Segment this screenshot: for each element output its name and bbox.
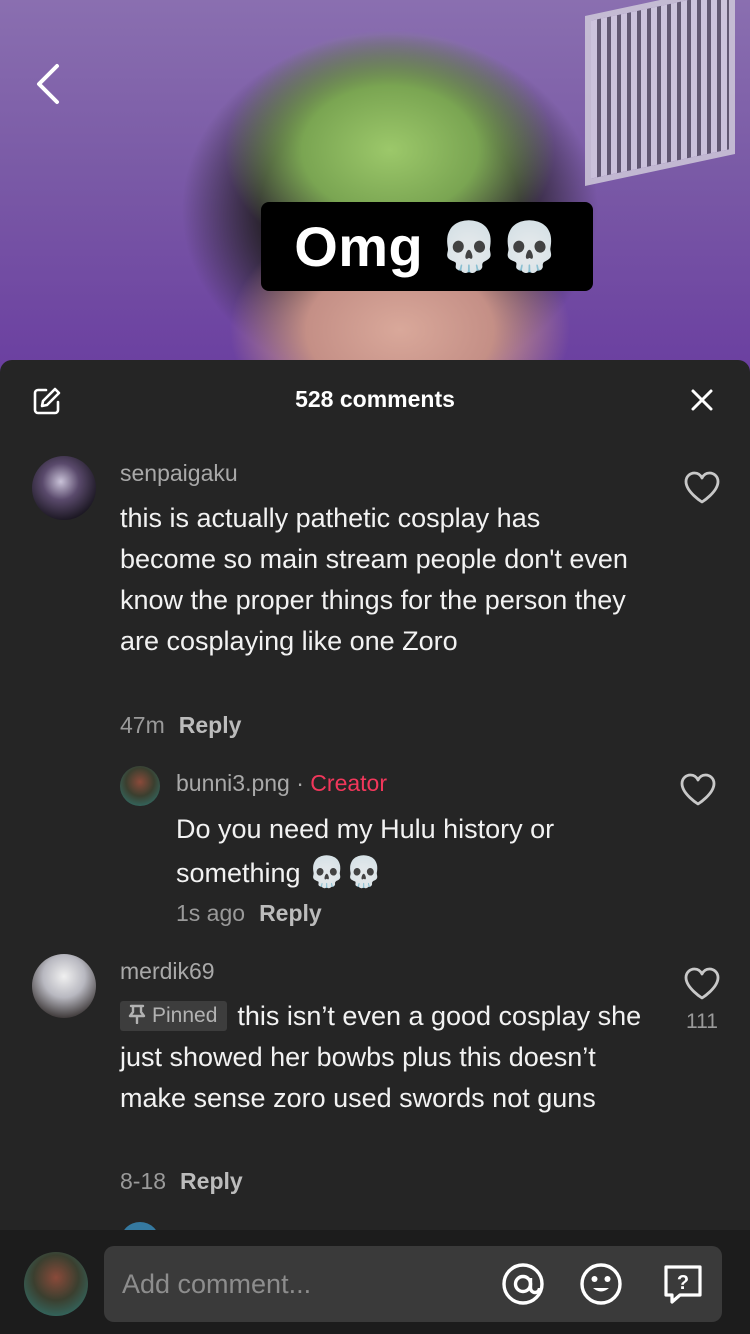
chevron-left-icon <box>37 64 59 104</box>
username-separator: · <box>289 770 311 796</box>
at-icon[interactable] <box>500 1261 546 1307</box>
reply-button[interactable]: Reply <box>180 1168 243 1194</box>
heart-icon[interactable] <box>679 772 717 808</box>
svg-text:?: ? <box>677 1272 689 1294</box>
video-caption: Omg 💀💀 <box>261 202 593 291</box>
comment-time: 1s ago <box>176 900 246 926</box>
reply-comment-item: bunni3.png · Creator Do you need my Hulu… <box>0 750 750 940</box>
caption-emoji: 💀💀 <box>439 219 560 275</box>
avatar[interactable] <box>120 766 160 806</box>
comment-username[interactable]: senpaigaku <box>120 460 238 487</box>
comment-composer: ? <box>0 1230 750 1334</box>
comment-item: merdik69 Pinned this isn’t even a good co… <box>0 940 750 1210</box>
reply-button[interactable]: Reply <box>179 712 242 738</box>
pinned-label: Pinned <box>152 1004 218 1027</box>
comment-text: this is actually pathetic cosplay has be… <box>120 503 628 656</box>
creator-username[interactable]: bunni3.png <box>176 770 290 796</box>
comment-input[interactable] <box>122 1246 482 1322</box>
comment-emoji: 💀💀 <box>308 855 383 890</box>
comment-item: senpaigaku this is actually pathetic cos… <box>0 360 750 750</box>
comments-sheet: 528 comments senpaigaku this is actually… <box>0 360 750 1334</box>
creator-badge: Creator <box>310 770 387 796</box>
emoji-icon[interactable] <box>578 1261 624 1307</box>
avatar <box>24 1252 88 1316</box>
comment-input-box[interactable]: ? <box>104 1246 722 1322</box>
comment-meta: 47m Reply <box>120 712 241 739</box>
avatar[interactable] <box>32 954 96 1018</box>
ceiling-vent <box>585 0 735 186</box>
heart-icon[interactable] <box>683 966 721 1002</box>
comment-username[interactable]: merdik69 <box>120 958 215 985</box>
like-count: 111 <box>686 1010 718 1033</box>
avatar[interactable] <box>32 456 96 520</box>
comment-username: bunni3.png · Creator <box>176 770 387 797</box>
pinned-badge: Pinned <box>120 1001 228 1031</box>
video-background: Omg 💀💀 <box>0 0 750 380</box>
caption-text: Omg <box>294 215 424 278</box>
reply-button[interactable]: Reply <box>259 900 322 926</box>
question-icon[interactable]: ? <box>660 1261 706 1307</box>
back-button[interactable] <box>22 56 72 112</box>
comment-meta: 8-18 Reply <box>120 1168 243 1195</box>
comment-time: 47m <box>120 712 165 738</box>
heart-icon[interactable] <box>683 470 721 506</box>
comment-text: Do you need my Hulu history or something… <box>176 808 636 895</box>
comment-meta: 1s ago Reply <box>176 900 322 927</box>
comment-time: 8-18 <box>120 1168 167 1194</box>
comment-text: Pinned this isn’t even a good cosplay she… <box>120 996 650 1119</box>
pin-icon <box>128 1004 146 1025</box>
